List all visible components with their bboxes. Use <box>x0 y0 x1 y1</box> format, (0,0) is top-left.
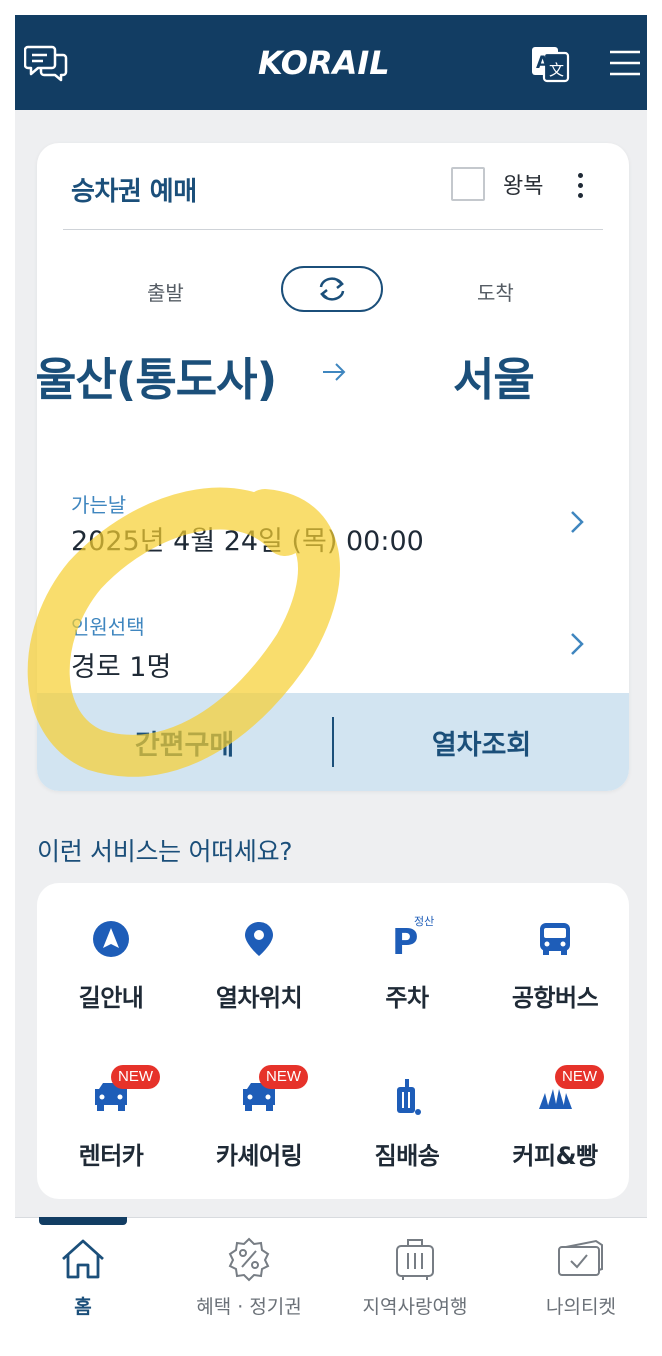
location-pin-icon <box>245 921 273 956</box>
logo-text: KORAIL <box>258 44 390 82</box>
more-options-button[interactable] <box>567 165 593 205</box>
home-icon <box>62 1239 104 1279</box>
service-luggage-delivery[interactable]: 짐배송 <box>333 1041 481 1171</box>
booking-title: 승차권 예매 <box>71 177 197 207</box>
suitcase-icon <box>396 1239 434 1280</box>
passenger-select-row[interactable]: 인원선택 경로 1명 <box>37 595 629 687</box>
nav-label: 홈 <box>74 1296 92 1318</box>
nav-local-travel[interactable]: 지역사랑여행 <box>336 1218 494 1341</box>
train-search-button[interactable]: 열차조회 <box>334 693 629 791</box>
new-badge: NEW <box>111 1065 160 1089</box>
divider <box>63 229 603 230</box>
luggage-icon <box>397 1078 421 1115</box>
arrival-label: 도착 <box>477 281 514 305</box>
more-dot-icon <box>577 182 583 188</box>
nav-my-tickets[interactable]: 나의티켓 <box>502 1218 647 1341</box>
discount-badge-icon <box>228 1237 270 1282</box>
nav-label: 나의티켓 <box>546 1296 616 1318</box>
departure-date-row[interactable]: 가는날 2025년 4월 24일 (목) 00:00 <box>37 473 629 563</box>
hamburger-menu-icon <box>610 50 640 75</box>
bus-icon <box>540 922 570 955</box>
passenger-value: 경로 1명 <box>71 652 172 683</box>
service-coffee-bread[interactable]: NEW 커피&빵 <box>481 1041 629 1171</box>
translate-icon: A 文 <box>532 46 570 82</box>
service-parking[interactable]: P 정산 주차 <box>333 883 481 1013</box>
korail-logo: KORAIL <box>258 44 390 82</box>
departure-station[interactable]: 울산(통도사) <box>37 343 277 408</box>
translate-button[interactable]: A 文 <box>525 15 575 110</box>
app-frame: KORAIL A 文 승차권 예매 왕복 출발 도착 울산(통도사) 서울 가는… <box>15 15 647 1341</box>
nav-benefits-pass[interactable]: 혜택 · 정기권 <box>170 1218 328 1341</box>
service-label: 열차위치 <box>215 984 303 1012</box>
passenger-label: 인원선택 <box>71 615 145 639</box>
swap-icon <box>319 277 345 301</box>
service-rent-a-car[interactable]: NEW 렌터카 <box>37 1041 185 1171</box>
ticket-booking-card: 승차권 예매 왕복 출발 도착 울산(통도사) 서울 가는날 2025년 4월 … <box>37 143 629 791</box>
service-train-location[interactable]: 열차위치 <box>185 883 333 1013</box>
more-dot-icon <box>577 192 583 198</box>
menu-button[interactable] <box>603 15 647 110</box>
service-label: 주차 <box>385 984 429 1012</box>
top-app-bar: KORAIL A 文 <box>15 15 647 110</box>
date-label: 가는날 <box>71 493 127 517</box>
chat-button[interactable] <box>19 15 73 110</box>
service-label: 짐배송 <box>374 1142 440 1170</box>
quick-purchase-button[interactable]: 간편구매 <box>37 693 332 791</box>
chat-icon <box>24 45 68 81</box>
new-badge: NEW <box>555 1065 604 1089</box>
swap-stations-button[interactable] <box>281 266 383 312</box>
roundtrip-toggle[interactable]: 왕복 <box>451 167 543 201</box>
service-directions[interactable]: 길안내 <box>37 883 185 1013</box>
arrow-right-icon <box>323 363 346 381</box>
booking-action-bar: 간편구매 열차조회 <box>37 693 629 791</box>
bottom-navigation: 홈 혜택 · 정기권 지역사랑여행 나의티켓 <box>15 1217 647 1341</box>
roundtrip-checkbox[interactable] <box>451 167 485 201</box>
svg-text:A: A <box>536 53 550 73</box>
navigation-icon <box>93 920 129 957</box>
new-badge: NEW <box>259 1065 308 1089</box>
nav-label: 혜택 · 정기권 <box>196 1296 302 1318</box>
service-car-sharing[interactable]: NEW 카셰어링 <box>185 1041 333 1171</box>
nav-label: 지역사랑여행 <box>362 1296 468 1318</box>
arrival-station[interactable]: 서울 <box>453 343 535 408</box>
service-label: 길안내 <box>78 984 144 1012</box>
parking-settle-badge: 정산 <box>414 915 435 928</box>
services-card: 길안내 열차위치 P 정산 주차 공항버스 NEW 렌터카 NEW 카셰어링 짐… <box>37 883 629 1199</box>
nav-home[interactable]: 홈 <box>15 1218 162 1341</box>
service-airport-bus[interactable]: 공항버스 <box>481 883 629 1013</box>
svg-text:文: 文 <box>549 61 564 79</box>
service-label: 렌터카 <box>78 1142 144 1170</box>
chevron-right-icon <box>571 511 584 533</box>
departure-label: 출발 <box>147 281 184 305</box>
services-section-title: 이런 서비스는 어떠세요? <box>37 837 293 866</box>
ticket-icon <box>558 1239 603 1276</box>
service-label: 카셰어링 <box>215 1142 303 1170</box>
chevron-right-icon <box>571 633 584 655</box>
service-label: 커피&빵 <box>512 1142 598 1170</box>
service-label: 공항버스 <box>511 984 599 1012</box>
date-value: 2025년 4월 24일 (목) 00:00 <box>71 526 424 557</box>
roundtrip-label: 왕복 <box>503 174 544 199</box>
more-dot-icon <box>577 172 583 178</box>
